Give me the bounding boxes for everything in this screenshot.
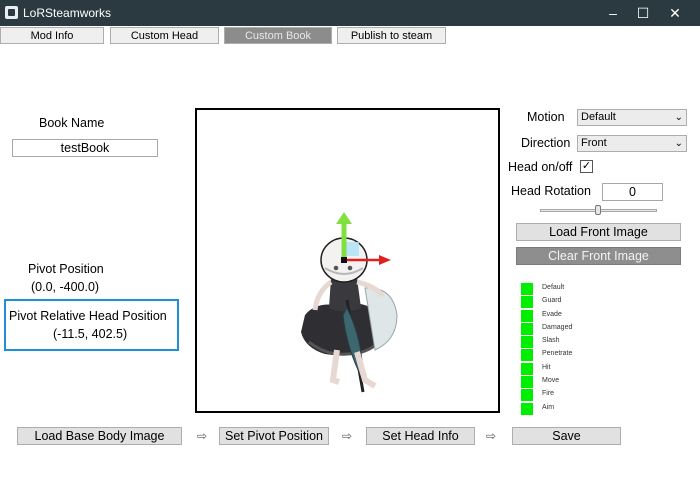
load-front-image-button[interactable]: Load Front Image (516, 223, 681, 241)
character-preview (301, 212, 398, 393)
direction-select-value: Front (581, 137, 607, 149)
book-name-label: Book Name (39, 116, 105, 130)
arrow-right-icon: ⇨ (342, 429, 353, 443)
motion-name: Move (542, 377, 560, 385)
save-button[interactable]: Save (512, 427, 621, 445)
motion-label: Motion (527, 110, 565, 124)
minimize-button[interactable]: – (598, 2, 628, 24)
tab-publish-to-steam[interactable]: Publish to steam (337, 27, 446, 44)
direction-label: Direction (521, 136, 571, 150)
motion-status-indicator (521, 322, 533, 335)
title-bar: LoRSteamworks – ☐ ✕ (0, 0, 700, 26)
preview-canvas[interactable] (195, 108, 500, 413)
pivot-position-label: Pivot Position (28, 262, 104, 276)
motion-name: Hit (542, 363, 551, 371)
motion-name: Evade (542, 310, 562, 318)
motion-name: Fire (542, 390, 555, 398)
head-rotation-label: Head Rotation (511, 184, 591, 198)
motion-select-value: Default (581, 111, 616, 123)
motion-status-indicator (521, 376, 533, 389)
motion-status-indicator (521, 309, 533, 322)
window-title: LoRSteamworks (23, 6, 112, 20)
tab-mod-info[interactable]: Mod Info (0, 27, 104, 44)
app-icon (5, 6, 18, 19)
motion-status-indicator (521, 336, 533, 349)
motion-select[interactable]: Default ⌄ (577, 109, 687, 126)
head-rotation-input[interactable]: 0 (602, 183, 663, 201)
close-button[interactable]: ✕ (660, 2, 690, 24)
set-pivot-position-button[interactable]: Set Pivot Position (219, 427, 329, 445)
arrow-right-icon: ⇨ (486, 429, 497, 443)
maximize-button[interactable]: ☐ (628, 2, 658, 24)
head-rotation-slider-thumb[interactable] (595, 205, 601, 215)
motion-name: Default (542, 284, 565, 291)
motion-status-indicator (521, 283, 533, 295)
relative-head-value: (-11.5, 402.5) (53, 327, 128, 341)
motion-name: Guard (542, 297, 562, 305)
motion-status-indicator (521, 402, 533, 415)
pivot-position-value: (0.0, -400.0) (31, 280, 100, 294)
motion-name: Penetrate (542, 350, 573, 358)
direction-select[interactable]: Front ⌄ (577, 135, 687, 152)
motion-status-indicator (521, 349, 533, 362)
motion-status-indicator (521, 362, 533, 375)
tab-custom-head[interactable]: Custom Head (110, 27, 219, 44)
arrow-right-icon: ⇨ (197, 429, 208, 443)
load-base-body-image-button[interactable]: Load Base Body Image (17, 427, 182, 445)
tab-custom-book[interactable]: Custom Book (224, 27, 332, 44)
book-name-field[interactable]: testBook (12, 139, 158, 157)
chevron-down-icon: ⌄ (674, 138, 683, 149)
chevron-down-icon: ⌄ (674, 112, 683, 123)
clear-front-image-button[interactable]: Clear Front Image (516, 247, 681, 265)
relative-head-label: Pivot Relative Head Position (9, 309, 167, 323)
set-head-info-button[interactable]: Set Head Info (366, 427, 475, 445)
motion-status-indicator (521, 296, 533, 309)
motion-name: Slash (542, 337, 560, 345)
motion-status-indicator (521, 389, 533, 402)
head-onoff-checkbox[interactable]: ✓ (580, 160, 593, 173)
relative-head-highlight (4, 299, 179, 351)
head-onoff-label: Head on/off (508, 160, 573, 174)
motion-name: Damaged (542, 323, 573, 331)
motion-name: Aim (542, 403, 555, 411)
